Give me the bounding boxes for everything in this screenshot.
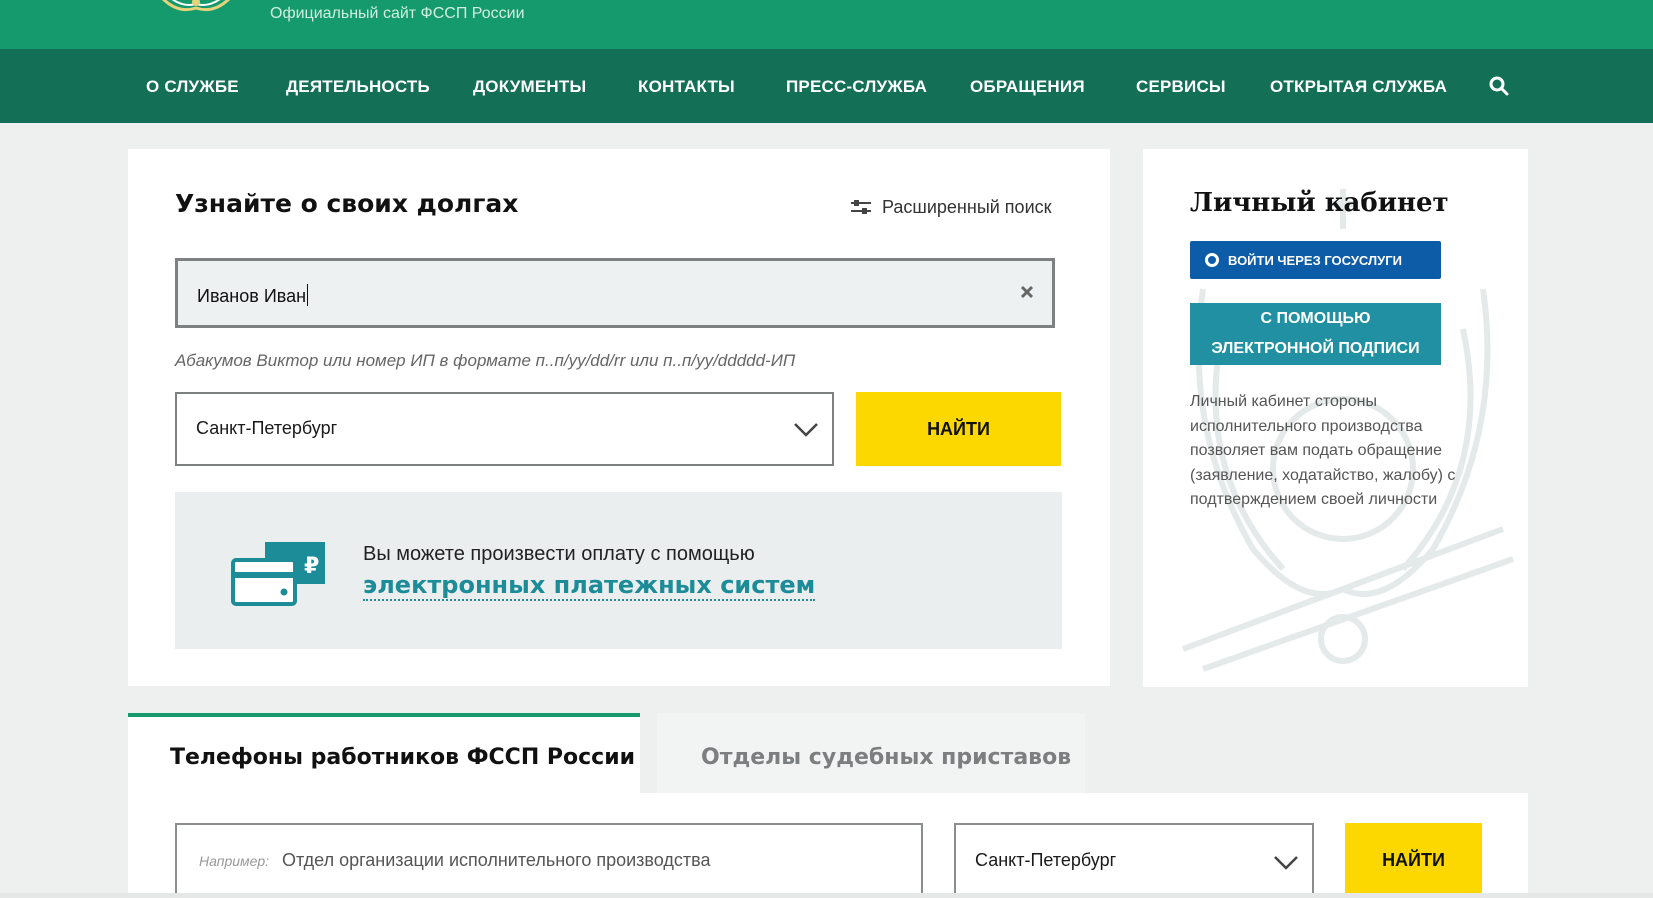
nav-item-activity[interactable]: ДЕЯТЕЛЬНОСТЬ bbox=[286, 77, 430, 97]
clear-icon[interactable] bbox=[1018, 283, 1036, 301]
gosuslugi-icon bbox=[1205, 253, 1219, 267]
sliders-icon bbox=[851, 200, 871, 214]
site-header: Официальный сайт ФССП России bbox=[0, 0, 1653, 49]
esign-login-button[interactable]: С ПОМОЩЬЮ ЭЛЕКТРОННОЙ ПОДПИСИ bbox=[1190, 303, 1441, 365]
personal-cabinet-card: Личный кабинет ВОЙТИ ЧЕРЕЗ ГОСУСЛУГИ С П… bbox=[1143, 149, 1528, 687]
nav-item-press[interactable]: ПРЕСС-СЛУЖБА bbox=[786, 77, 927, 97]
search-icon[interactable] bbox=[1488, 75, 1510, 97]
find-button[interactable]: НАЙТИ bbox=[856, 392, 1061, 466]
search-hint: Абакумов Виктор или номер ИП в формате п… bbox=[175, 351, 796, 370]
department-find-button[interactable]: НАЙТИ bbox=[1345, 823, 1482, 898]
debt-search-card: Узнайте о своих долгах Расширенный поиск… bbox=[128, 149, 1110, 686]
tab-employee-phones-label: Телефоны работников ФССП России bbox=[170, 745, 636, 770]
debtor-name-input[interactable]: Иванов Иван bbox=[175, 258, 1055, 328]
cabinet-title: Личный кабинет bbox=[1190, 188, 1449, 218]
debt-search-title: Узнайте о своих долгах bbox=[175, 189, 519, 218]
svg-text:₽: ₽ bbox=[304, 554, 319, 579]
page-bottom-edge bbox=[0, 893, 1653, 898]
cabinet-description: Личный кабинет стороны исполнительного п… bbox=[1190, 393, 1456, 508]
nav-item-services[interactable]: СЕРВИСЫ bbox=[1136, 77, 1226, 97]
chevron-down-icon bbox=[1274, 856, 1298, 870]
advanced-search-label: Расширенный поиск bbox=[882, 196, 1052, 217]
esign-label-line2: ЭЛЕКТРОННОЙ ПОДПИСИ bbox=[1211, 340, 1420, 357]
fssp-emblem-icon[interactable] bbox=[158, 0, 234, 16]
department-placeholder: Отдел организации исполнительного произв… bbox=[282, 850, 711, 870]
tab-bailiff-departments[interactable]: Отделы судебных приставов bbox=[657, 713, 1085, 793]
region-select-value: Санкт-Петербург bbox=[196, 418, 338, 438]
nav-item-documents[interactable]: ДОКУМЕНТЫ bbox=[473, 77, 586, 97]
gosuslugi-login-button[interactable]: ВОЙТИ ЧЕРЕЗ ГОСУСЛУГИ bbox=[1190, 241, 1441, 279]
payment-card-icon: ₽ bbox=[231, 542, 325, 606]
payment-systems-link[interactable]: электронных платежных систем bbox=[363, 571, 816, 601]
nav-item-appeals[interactable]: ОБРАЩЕНИЯ bbox=[970, 77, 1085, 97]
department-region-select[interactable]: Санкт-Петербург bbox=[954, 823, 1314, 898]
chevron-down-icon bbox=[794, 423, 818, 437]
tab-panel: Например: Отдел организации исполнительн… bbox=[128, 793, 1528, 898]
advanced-search-link[interactable]: Расширенный поиск bbox=[850, 195, 1052, 219]
text-caret bbox=[307, 284, 309, 306]
main-nav: О СЛУЖБЕ ДЕЯТЕЛЬНОСТЬ ДОКУМЕНТЫ КОНТАКТЫ… bbox=[0, 49, 1653, 123]
debtor-name-value: Иванов Иван bbox=[197, 286, 307, 306]
department-region-value: Санкт-Петербург bbox=[975, 850, 1117, 870]
payment-info-box: ₽ Вы можете произвести оплату с помощью … bbox=[175, 492, 1062, 649]
site-title: Официальный сайт ФССП России bbox=[270, 5, 525, 22]
tab-bailiff-departments-label: Отделы судебных приставов bbox=[701, 745, 1072, 770]
tab-employee-phones[interactable]: Телефоны работников ФССП России bbox=[128, 713, 640, 793]
nav-item-contacts[interactable]: КОНТАКТЫ bbox=[638, 77, 735, 97]
nav-item-about[interactable]: О СЛУЖБЕ bbox=[146, 77, 239, 97]
region-select[interactable]: Санкт-Петербург bbox=[175, 392, 834, 466]
esign-label-line1: С ПОМОЩЬЮ bbox=[1260, 310, 1371, 327]
gosuslugi-login-label: ВОЙТИ ЧЕРЕЗ ГОСУСЛУГИ bbox=[1228, 252, 1402, 268]
department-search-input[interactable]: Например: Отдел организации исполнительн… bbox=[175, 823, 923, 898]
nav-item-open-service[interactable]: ОТКРЫТАЯ СЛУЖБА bbox=[1270, 77, 1447, 97]
payment-text: Вы можете произвести оплату с помощью bbox=[363, 543, 755, 565]
placeholder-prefix: Например: bbox=[199, 853, 270, 869]
